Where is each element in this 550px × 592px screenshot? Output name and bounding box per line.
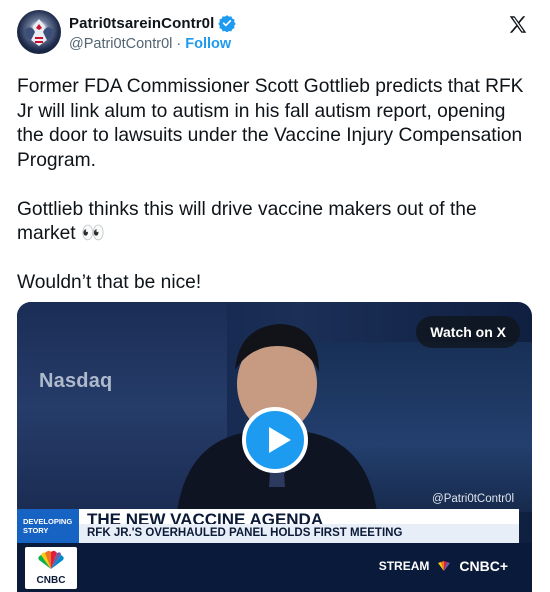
verified-badge-icon (218, 15, 237, 32)
x-logo-icon[interactable] (507, 14, 529, 36)
name-row: Patri0tsareinContr0l (69, 14, 237, 32)
cnbc-logo: CNBC (25, 547, 77, 589)
stream-brand: CNBC+ (459, 558, 508, 574)
handle[interactable]: @Patri0tContr0l (69, 36, 172, 52)
stream-promo: STREAM CNBC+ (379, 558, 508, 574)
display-name[interactable]: Patri0tsareinContr0l (69, 15, 214, 32)
tweet-paragraph-2: Gottlieb thinks this will drive vaccine … (17, 198, 477, 245)
watch-on-x-button[interactable]: Watch on X (416, 316, 520, 348)
play-button-icon[interactable] (242, 407, 308, 473)
news-chyron: DEVELOPING STORY THE NEW VACCINE AGENDA … (17, 509, 532, 543)
follow-button[interactable]: Follow (185, 36, 231, 52)
network-ticker: CNBC STREAM CNBC+ (17, 543, 532, 592)
eagle-avatar-icon (25, 19, 53, 46)
separator: · (176, 36, 182, 52)
tweet-paragraph-1: Former FDA Commissioner Scott Gottlieb p… (17, 76, 524, 171)
developing-story-tag: DEVELOPING STORY (17, 509, 79, 543)
cnbc-logo-text: CNBC (36, 575, 66, 586)
video-player[interactable]: Nasdaq Watch on X @Patri0tContr0l DEVELO… (17, 302, 532, 592)
peacock-small-icon (438, 561, 451, 571)
chyron-subheadline: RFK JR.'S OVERHAULED PANEL HOLDS FIRST M… (87, 527, 403, 539)
tweet-paragraph-3: Wouldn’t that be nice! (17, 272, 202, 293)
tweet-text: Former FDA Commissioner Scott Gottlieb p… (17, 75, 527, 320)
video-watermark: @Patri0tContr0l (432, 493, 514, 505)
avatar[interactable] (17, 10, 61, 54)
stream-label: STREAM (378, 559, 430, 573)
tweet-card: Patri0tsareinContr0l @Patri0tContr0l · F… (0, 0, 550, 592)
subheadline-bar: RFK JR.'S OVERHAULED PANEL HOLDS FIRST M… (79, 524, 519, 543)
tweet-header: Patri0tsareinContr0l @Patri0tContr0l · F… (17, 10, 533, 60)
nasdaq-logo: Nasdaq (39, 370, 113, 392)
peacock-icon (38, 550, 64, 569)
handle-row: @Patri0tContr0l · Follow (69, 36, 231, 52)
